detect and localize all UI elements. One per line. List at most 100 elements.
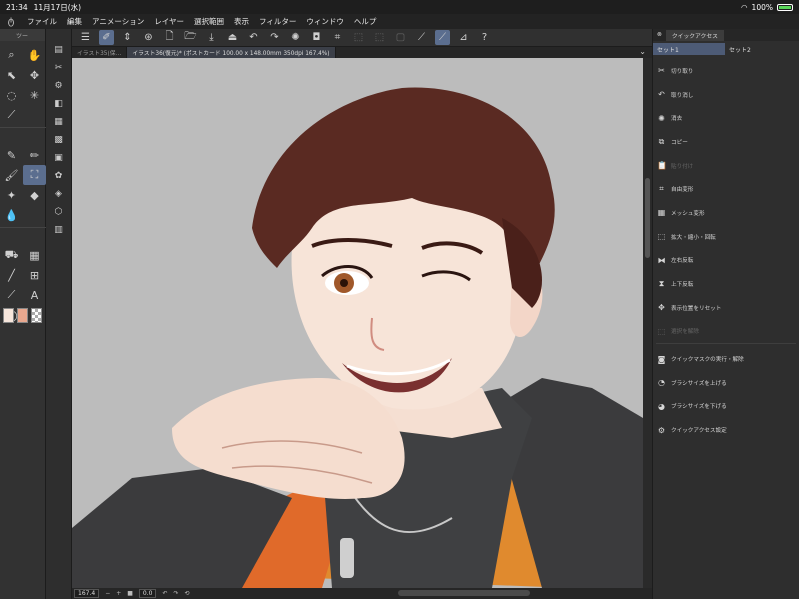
snap-special-ruler-icon[interactable]: ⟋ bbox=[435, 30, 450, 45]
stepper-icon[interactable]: ⇕ bbox=[120, 30, 135, 45]
sub-tool-icon-7[interactable]: ▣ bbox=[46, 149, 71, 167]
hand-icon[interactable]: ✋ bbox=[23, 45, 46, 65]
quick-mask-icon: ◙ bbox=[657, 354, 666, 364]
vertical-scrollbar[interactable] bbox=[643, 58, 652, 588]
open-file-icon[interactable]: 🗁 bbox=[183, 30, 198, 45]
edit-mode-icon[interactable]: ✐ bbox=[99, 30, 114, 45]
rotation-field[interactable]: 0.0 bbox=[138, 589, 157, 598]
pencil-icon[interactable]: ✏ bbox=[23, 145, 46, 165]
doc-tab-1[interactable]: イラスト35(保… bbox=[72, 47, 128, 58]
set-2-tab[interactable]: セット2 bbox=[725, 43, 797, 55]
gradient-icon[interactable]: ▦ bbox=[23, 245, 46, 265]
qa-mesh-transform[interactable]: ▦ メッシュ変形 bbox=[653, 201, 799, 225]
canvas[interactable] bbox=[72, 58, 643, 588]
snap-grid-icon[interactable]: ⊿ bbox=[456, 30, 471, 45]
menu-help[interactable]: ヘルプ bbox=[349, 16, 382, 27]
help-icon[interactable]: ? bbox=[477, 30, 492, 45]
qa-cut[interactable]: ✂ 切り取り bbox=[653, 59, 799, 83]
qa-reset-view[interactable]: ✥ 表示位置をリセット bbox=[653, 296, 799, 320]
shortcut-icon[interactable]: ⊛ bbox=[141, 30, 156, 45]
panel-close-icon[interactable]: ⊗ bbox=[657, 32, 662, 38]
export-icon[interactable]: ⏏ bbox=[225, 30, 240, 45]
sub-tool-icon-5[interactable]: ▦ bbox=[46, 113, 71, 131]
new-file-icon[interactable]: 🗋 bbox=[162, 30, 177, 45]
qa-settings[interactable]: ⚙ クイックアクセス設定 bbox=[653, 418, 799, 442]
sub-tool-icon-8[interactable]: ✿ bbox=[46, 167, 71, 185]
sub-tool-icon-1[interactable]: ▤ bbox=[46, 41, 71, 59]
ruler-icon[interactable]: ⟋ bbox=[0, 285, 23, 305]
menu-selection[interactable]: 選択範囲 bbox=[189, 16, 229, 27]
doc-tab-2[interactable]: イラスト36(復元)* (ポストカード 100.00 x 148.00mm 35… bbox=[127, 47, 336, 58]
invert-selection-icon[interactable]: ⬚ bbox=[372, 30, 387, 45]
sub-tool-icon-10[interactable]: ⬡ bbox=[46, 203, 71, 221]
set-1-tab[interactable]: セット1 bbox=[653, 43, 725, 55]
fill-icon[interactable]: ⛟ bbox=[0, 245, 23, 265]
sub-color-swatch[interactable] bbox=[17, 308, 28, 323]
sub-tool-icon-4[interactable]: ◧ bbox=[46, 95, 71, 113]
fit-icon[interactable]: ■ bbox=[127, 590, 133, 597]
chevron-down-icon[interactable]: ⌄ bbox=[633, 47, 652, 58]
operation-icon[interactable]: ⬉ bbox=[0, 65, 23, 85]
menu-filter[interactable]: フィルター bbox=[254, 16, 301, 27]
qa-flip-vertical[interactable]: ⧗ 上下反転 bbox=[653, 272, 799, 296]
transform-icon[interactable]: ⌗ bbox=[330, 30, 345, 45]
menu-view[interactable]: 表示 bbox=[229, 16, 254, 27]
move-icon[interactable]: ✥ bbox=[23, 65, 46, 85]
menu-layer[interactable]: レイヤー bbox=[149, 16, 189, 27]
decoration-icon[interactable]: ✦ bbox=[0, 185, 23, 205]
airbrush-icon[interactable]: ⛶ bbox=[23, 165, 46, 185]
sub-tool-icon-9[interactable]: ◈ bbox=[46, 185, 71, 203]
redo-icon[interactable]: ↷ bbox=[267, 30, 282, 45]
brush-icon[interactable]: 🖌 bbox=[0, 165, 23, 185]
reset-rotation-icon[interactable]: ⟲ bbox=[185, 590, 190, 597]
qa-deselect[interactable]: ⬚ 選択を解除 bbox=[653, 320, 799, 344]
quick-access-tab[interactable]: クイックアクセス bbox=[665, 29, 724, 41]
figure-icon[interactable]: ╱ bbox=[0, 265, 23, 285]
qa-quick-mask[interactable]: ◙ クイックマスクの実行・解除 bbox=[653, 347, 799, 371]
sub-tool-icon-6[interactable]: ▩ bbox=[46, 131, 71, 149]
qa-copy[interactable]: ⧉ コピー bbox=[653, 130, 799, 154]
selection-border-icon[interactable]: ▢ bbox=[393, 30, 408, 45]
qa-brush-size-down[interactable]: ◕ ブラシサイズを下げる bbox=[653, 395, 799, 419]
undo-icon[interactable]: ↶ bbox=[246, 30, 261, 45]
zoom-in-icon[interactable]: + bbox=[116, 590, 121, 597]
sub-tool-icon-2[interactable]: ✂ bbox=[46, 59, 71, 77]
frame-icon[interactable]: ⊞ bbox=[23, 265, 46, 285]
qa-paste[interactable]: 📋 貼り付け bbox=[653, 154, 799, 178]
pen-icon[interactable]: ✎ bbox=[0, 145, 23, 165]
sub-tool-icon-11[interactable]: ▥ bbox=[46, 221, 71, 239]
hamburger-menu-icon[interactable]: ☰ bbox=[78, 30, 93, 45]
text-icon[interactable]: A bbox=[23, 285, 46, 305]
rotate-right-icon[interactable]: ↷ bbox=[174, 590, 179, 597]
vertical-scroll-thumb[interactable] bbox=[645, 178, 650, 258]
zoom-field[interactable]: 167.4 bbox=[74, 589, 100, 598]
snap-ruler-icon[interactable]: ⟋ bbox=[414, 30, 429, 45]
qa-brush-size-up[interactable]: ◔ ブラシサイズを上げる bbox=[653, 371, 799, 395]
menu-window[interactable]: ウィンドウ bbox=[301, 16, 349, 27]
blend-icon[interactable]: 💧 bbox=[0, 205, 23, 225]
lasso-icon[interactable]: ◌ bbox=[0, 85, 23, 105]
fill-layer-icon[interactable]: ◘ bbox=[309, 30, 324, 45]
app-logo-icon[interactable]: ტ bbox=[0, 16, 22, 27]
main-color-swatch[interactable] bbox=[3, 308, 14, 323]
zoom-out-icon[interactable]: − bbox=[105, 590, 110, 597]
qa-free-transform[interactable]: ⌗ 自由変形 bbox=[653, 177, 799, 201]
auto-select-icon[interactable]: ✳ bbox=[23, 85, 46, 105]
qa-scale-rotate[interactable]: ⬚ 拡大・縮小・回転 bbox=[653, 225, 799, 249]
deselect-icon[interactable]: ⬚ bbox=[351, 30, 366, 45]
qa-clear[interactable]: ✺ 消去 bbox=[653, 106, 799, 130]
transparent-color-swatch[interactable] bbox=[31, 308, 42, 323]
sub-tool-icon-3[interactable]: ⚙ bbox=[46, 77, 71, 95]
clear-icon[interactable]: ✺ bbox=[288, 30, 303, 45]
zoom-icon[interactable]: ⌕ bbox=[0, 45, 23, 65]
eyedropper-icon[interactable]: ⟋ bbox=[0, 105, 23, 125]
eraser-icon[interactable]: ◆ bbox=[23, 185, 46, 205]
horizontal-scrollbar[interactable] bbox=[398, 590, 530, 596]
save-icon[interactable]: ⤓ bbox=[204, 30, 219, 45]
menu-edit[interactable]: 編集 bbox=[62, 16, 87, 27]
qa-flip-horizontal[interactable]: ⧓ 左右反転 bbox=[653, 249, 799, 273]
qa-undo[interactable]: ↶ 取り消し bbox=[653, 83, 799, 107]
menu-animation[interactable]: アニメーション bbox=[87, 16, 149, 27]
menu-file[interactable]: ファイル bbox=[22, 16, 62, 27]
rotate-left-icon[interactable]: ↶ bbox=[162, 590, 167, 597]
